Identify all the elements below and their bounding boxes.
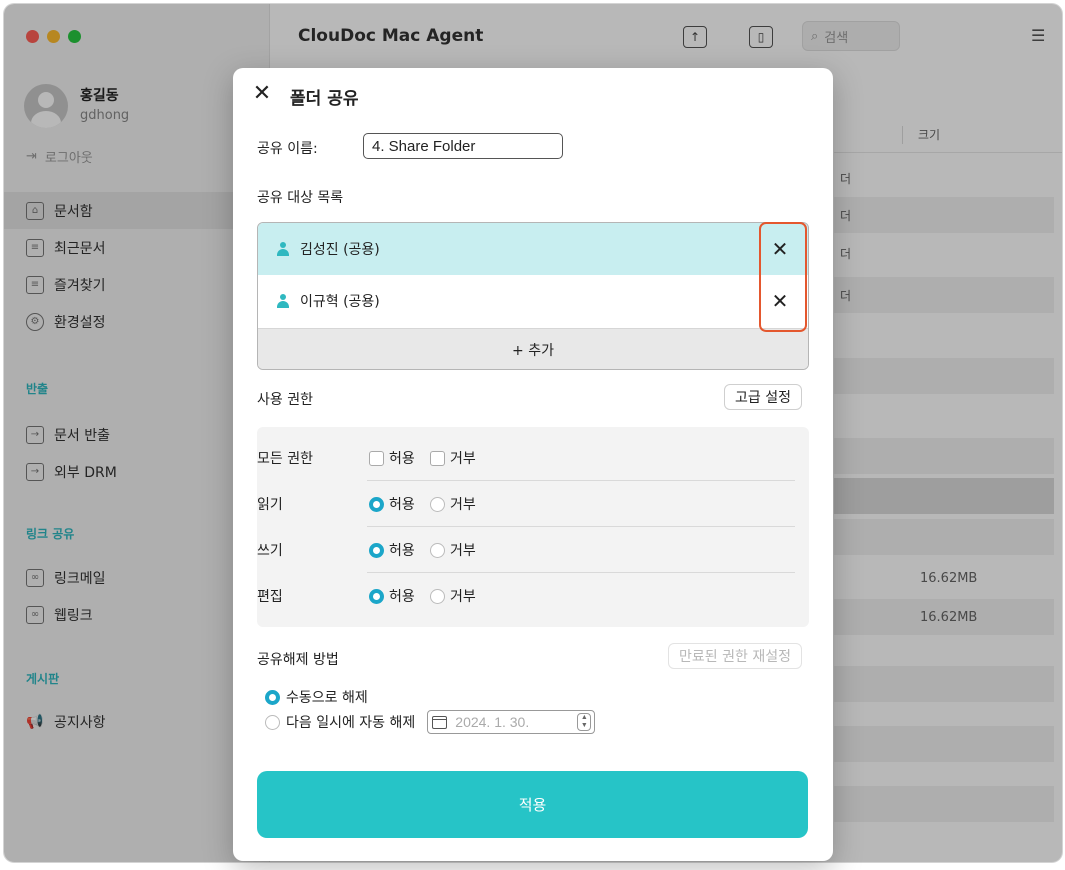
close-icon: ✕: [252, 81, 272, 106]
share-target-list: 김성진 (공용) ✕ 이규혁 (공용) ✕ + 추가: [257, 222, 809, 370]
radio[interactable]: [430, 542, 445, 558]
date-value: 2024. 1. 30.: [455, 714, 530, 730]
person-icon: [276, 242, 290, 256]
list-item[interactable]: 김성진 (공용) ✕: [258, 223, 808, 275]
auto-unshare-label: 다음 일시에 자동 해제: [286, 715, 416, 731]
permission-name: 편집: [257, 589, 283, 605]
radio-selected[interactable]: [369, 542, 384, 558]
dialog-title: 폴더 공유: [290, 89, 359, 109]
share-name-label: 공유 이름:: [257, 141, 318, 157]
write-deny-radio[interactable]: 거부: [430, 540, 476, 560]
person-icon: [276, 294, 290, 308]
auto-unshare-option[interactable]: 다음 일시에 자동 해제 2024. 1. 30. ▲ ▼: [265, 710, 596, 734]
share-targets-title: 공유 대상 목록: [257, 190, 344, 206]
permissions-panel: 모든 권한 허용 거부 읽기 허용 거부 쓰기 허용 거부 편집 허용 거부: [257, 427, 809, 627]
checkbox[interactable]: [369, 450, 384, 466]
radio[interactable]: [430, 588, 445, 604]
manual-unshare-label: 수동으로 해제: [286, 690, 368, 706]
deny-label: 거부: [450, 543, 476, 559]
radio-selected[interactable]: [369, 496, 384, 512]
permission-row-write: 쓰기 허용 거부: [257, 527, 809, 573]
folder-share-dialog: ✕ 폴더 공유 공유 이름: 공유 대상 목록 김성진 (공용) ✕ 이규혁 (…: [233, 68, 833, 861]
read-allow-radio[interactable]: 허용: [369, 494, 415, 514]
permission-name: 쓰기: [257, 543, 283, 559]
permission-row-edit: 편집 허용 거부: [257, 573, 809, 619]
remove-buttons-highlight: [759, 222, 807, 332]
checkbox[interactable]: [430, 450, 445, 466]
close-dialog-button[interactable]: ✕: [251, 82, 273, 106]
share-name-input[interactable]: [363, 133, 563, 159]
allow-label: 허용: [389, 451, 415, 467]
deny-label: 거부: [450, 497, 476, 513]
manual-unshare-option[interactable]: 수동으로 해제: [265, 687, 368, 707]
allow-label: 허용: [389, 589, 415, 605]
deny-label: 거부: [450, 451, 476, 467]
radio[interactable]: [430, 496, 445, 512]
unshare-date-field[interactable]: 2024. 1. 30. ▲ ▼: [427, 710, 596, 734]
permission-row-read: 읽기 허용 거부: [257, 481, 809, 527]
target-name: 이규혁 (공용): [300, 294, 380, 310]
list-item[interactable]: 이규혁 (공용) ✕: [258, 275, 808, 327]
radio-selected[interactable]: [265, 689, 280, 705]
advanced-settings-button[interactable]: 고급 설정: [724, 384, 802, 410]
edit-deny-radio[interactable]: 거부: [430, 586, 476, 606]
permission-name: 읽기: [257, 497, 283, 513]
calendar-icon: [432, 715, 448, 729]
reset-expired-permissions-button[interactable]: 만료된 권한 재설정: [668, 643, 802, 669]
apply-button[interactable]: 적용: [257, 771, 808, 838]
radio[interactable]: [265, 714, 280, 730]
allow-label: 허용: [389, 543, 415, 559]
add-target-button[interactable]: + 추가: [258, 328, 808, 369]
deny-all-checkbox[interactable]: 거부: [430, 448, 476, 468]
allow-label: 허용: [389, 497, 415, 513]
permissions-title: 사용 권한: [257, 392, 313, 408]
unshare-method-title: 공유해제 방법: [257, 652, 339, 668]
permission-name: 모든 권한: [257, 451, 313, 467]
read-deny-radio[interactable]: 거부: [430, 494, 476, 514]
edit-allow-radio[interactable]: 허용: [369, 586, 415, 606]
write-allow-radio[interactable]: 허용: [369, 540, 415, 560]
date-stepper[interactable]: ▲ ▼: [577, 713, 592, 731]
deny-label: 거부: [450, 589, 476, 605]
permission-row-all: 모든 권한 허용 거부: [257, 435, 809, 481]
target-name: 김성진 (공용): [300, 242, 380, 258]
allow-all-checkbox[interactable]: 허용: [369, 448, 415, 468]
radio-selected[interactable]: [369, 588, 384, 604]
